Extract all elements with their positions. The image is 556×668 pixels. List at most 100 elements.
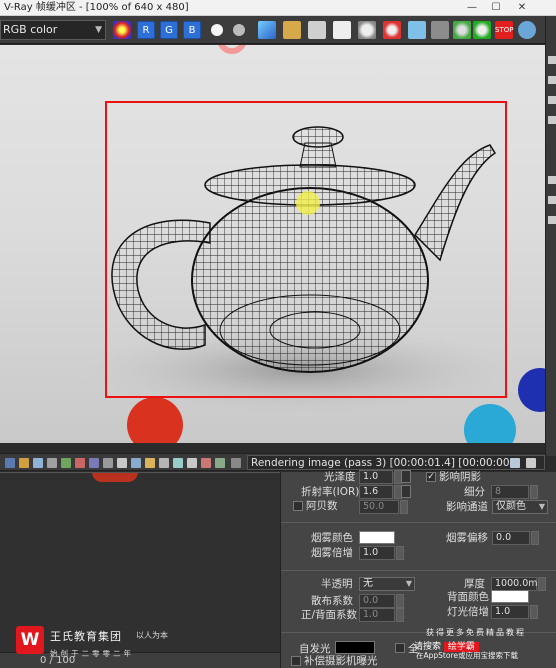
abbe-checkbox[interactable] bbox=[293, 501, 303, 511]
subdivs-input[interactable]: 8 bbox=[491, 485, 529, 499]
strip-icon[interactable] bbox=[548, 96, 556, 104]
scatter-coeff-label: 散布系数 bbox=[311, 595, 353, 607]
color-corrections-icon[interactable] bbox=[33, 458, 43, 468]
ior-map-button[interactable] bbox=[401, 485, 411, 498]
divider bbox=[0, 472, 280, 473]
h-flip-icon[interactable] bbox=[187, 458, 197, 468]
glossiness-map-button[interactable] bbox=[401, 470, 411, 483]
minimize-button[interactable]: — bbox=[460, 0, 484, 16]
histogram-icon[interactable] bbox=[89, 458, 99, 468]
affect-shadows-label: 影响阴影 bbox=[439, 471, 481, 483]
gear-icon[interactable] bbox=[117, 458, 127, 468]
fog-multiplier-label: 烟雾倍增 bbox=[311, 547, 353, 559]
fog-bias-spinner[interactable] bbox=[531, 531, 539, 545]
scatter-coeff-spinner[interactable] bbox=[396, 594, 404, 608]
clear-icon[interactable] bbox=[358, 21, 376, 39]
red-channel-button[interactable]: R bbox=[137, 21, 155, 39]
green-channel-button[interactable]: G bbox=[160, 21, 178, 39]
fog-color-swatch[interactable] bbox=[359, 531, 395, 544]
ior-label: 折射率(IOR) bbox=[301, 486, 360, 498]
scatter-coeff-input[interactable]: 0.0 bbox=[359, 594, 395, 608]
compensate-exposure-label: 补偿摄影机曝光 bbox=[304, 655, 378, 667]
strip-icon[interactable] bbox=[548, 76, 556, 84]
toolbar: RGB color ▼ R G B STOP bbox=[0, 16, 545, 44]
translucency-dropdown[interactable]: 无 ▼ bbox=[359, 577, 415, 591]
light-multiplier-input[interactable]: 1.0 bbox=[491, 605, 529, 619]
fog-bias-label: 烟雾偏移 bbox=[446, 532, 488, 544]
thickness-spinner[interactable] bbox=[538, 577, 546, 591]
ior-input[interactable]: 1.6 bbox=[359, 485, 393, 499]
alpha-channel-icon[interactable] bbox=[211, 24, 223, 36]
curve-icon[interactable] bbox=[61, 458, 71, 468]
lut-icon[interactable] bbox=[103, 458, 113, 468]
history-icon[interactable] bbox=[5, 458, 15, 468]
region-render-icon[interactable] bbox=[408, 21, 426, 39]
display-icon[interactable] bbox=[145, 458, 155, 468]
close-button[interactable]: ✕ bbox=[510, 0, 534, 16]
affect-shadows-checkbox[interactable]: ✓ bbox=[426, 472, 436, 482]
affect-channels-dropdown[interactable]: 仅颜色 ▼ bbox=[492, 500, 548, 514]
copy-image-icon[interactable] bbox=[308, 21, 326, 39]
render-region-frame[interactable] bbox=[105, 101, 507, 398]
fwd-bck-coeff-input[interactable]: 1.0 bbox=[359, 608, 395, 622]
fwd-bck-coeff-spinner[interactable] bbox=[396, 608, 404, 622]
thickness-input[interactable]: 1000.0m bbox=[491, 577, 538, 591]
affect-channels-label: 影响通道 bbox=[446, 501, 488, 513]
channel-value: RGB color bbox=[3, 23, 58, 36]
teapot-icon[interactable] bbox=[518, 21, 536, 39]
load-image-icon[interactable] bbox=[283, 21, 301, 39]
track-mouse-icon[interactable] bbox=[383, 21, 401, 39]
stop-render-icon[interactable]: STOP bbox=[495, 21, 513, 39]
glossiness-input[interactable]: 1.0 bbox=[359, 470, 393, 484]
blue-channel-button[interactable]: B bbox=[183, 21, 201, 39]
abbe-spinner[interactable] bbox=[400, 500, 408, 514]
strip-icon[interactable] bbox=[548, 176, 556, 184]
fog-color-label: 烟雾颜色 bbox=[311, 532, 353, 544]
company-logo: W bbox=[16, 626, 44, 654]
fog-multiplier-input[interactable]: 1.0 bbox=[359, 546, 395, 560]
channel-dropdown[interactable]: RGB color ▼ bbox=[0, 20, 106, 40]
lens-effects-icon[interactable] bbox=[19, 458, 29, 468]
maximize-button[interactable]: ☐ bbox=[484, 0, 508, 16]
compensate-exposure-checkbox[interactable] bbox=[291, 656, 301, 666]
side-strip bbox=[545, 16, 556, 456]
strip-icon[interactable] bbox=[548, 216, 556, 224]
compare-icon[interactable] bbox=[215, 458, 225, 468]
pixel-info-icon[interactable] bbox=[131, 458, 141, 468]
sphere-preview bbox=[92, 472, 138, 482]
time-slider[interactable]: 0 / 100 bbox=[0, 652, 280, 668]
render-viewport[interactable] bbox=[0, 45, 545, 443]
abbe-input[interactable]: 50.0 bbox=[359, 500, 399, 514]
exposure-icon[interactable] bbox=[75, 458, 85, 468]
levels-icon[interactable] bbox=[47, 458, 57, 468]
fwd-bck-coeff-label: 正/背面系数 bbox=[301, 609, 358, 621]
srgb-icon[interactable] bbox=[173, 458, 183, 468]
translucency-label: 半透明 bbox=[321, 578, 353, 590]
mono-mode-icon[interactable] bbox=[233, 24, 245, 36]
options-icon[interactable] bbox=[510, 458, 520, 468]
light-multiplier-spinner[interactable] bbox=[530, 605, 538, 619]
watermark-line-3: 在AppStore或应用宝搜索下载 bbox=[416, 651, 518, 660]
ocio-icon[interactable] bbox=[159, 458, 169, 468]
strip-icon[interactable] bbox=[548, 116, 556, 124]
fog-bias-input[interactable]: 0.0 bbox=[492, 531, 530, 545]
fog-multiplier-spinner[interactable] bbox=[396, 546, 404, 560]
stamp-icon[interactable] bbox=[231, 458, 241, 468]
render-icon[interactable] bbox=[473, 21, 491, 39]
title-bar: V-Ray 帧缓冲区 - [100% of 640 x 480] — ☐ ✕ bbox=[0, 0, 556, 16]
v-flip-icon[interactable] bbox=[201, 458, 211, 468]
refresh-icon[interactable] bbox=[453, 21, 471, 39]
render-status-text: Rendering image (pass 3) [00:00:01.4] [0… bbox=[247, 455, 545, 484]
company-founded-text: 始创于二零零二年 bbox=[50, 649, 134, 658]
strip-icon[interactable] bbox=[548, 56, 556, 64]
link-icon[interactable] bbox=[431, 21, 449, 39]
render-settings-icon[interactable] bbox=[526, 458, 536, 468]
subdivs-spinner[interactable] bbox=[530, 485, 538, 499]
color-wheel-icon[interactable] bbox=[113, 21, 131, 39]
back-color-swatch[interactable] bbox=[491, 590, 529, 603]
save-image-icon[interactable] bbox=[258, 21, 276, 39]
gi-checkbox[interactable] bbox=[395, 643, 405, 653]
clear-image-icon[interactable] bbox=[333, 21, 351, 39]
strip-icon[interactable] bbox=[548, 196, 556, 204]
chevron-down-icon: ▼ bbox=[95, 25, 102, 35]
